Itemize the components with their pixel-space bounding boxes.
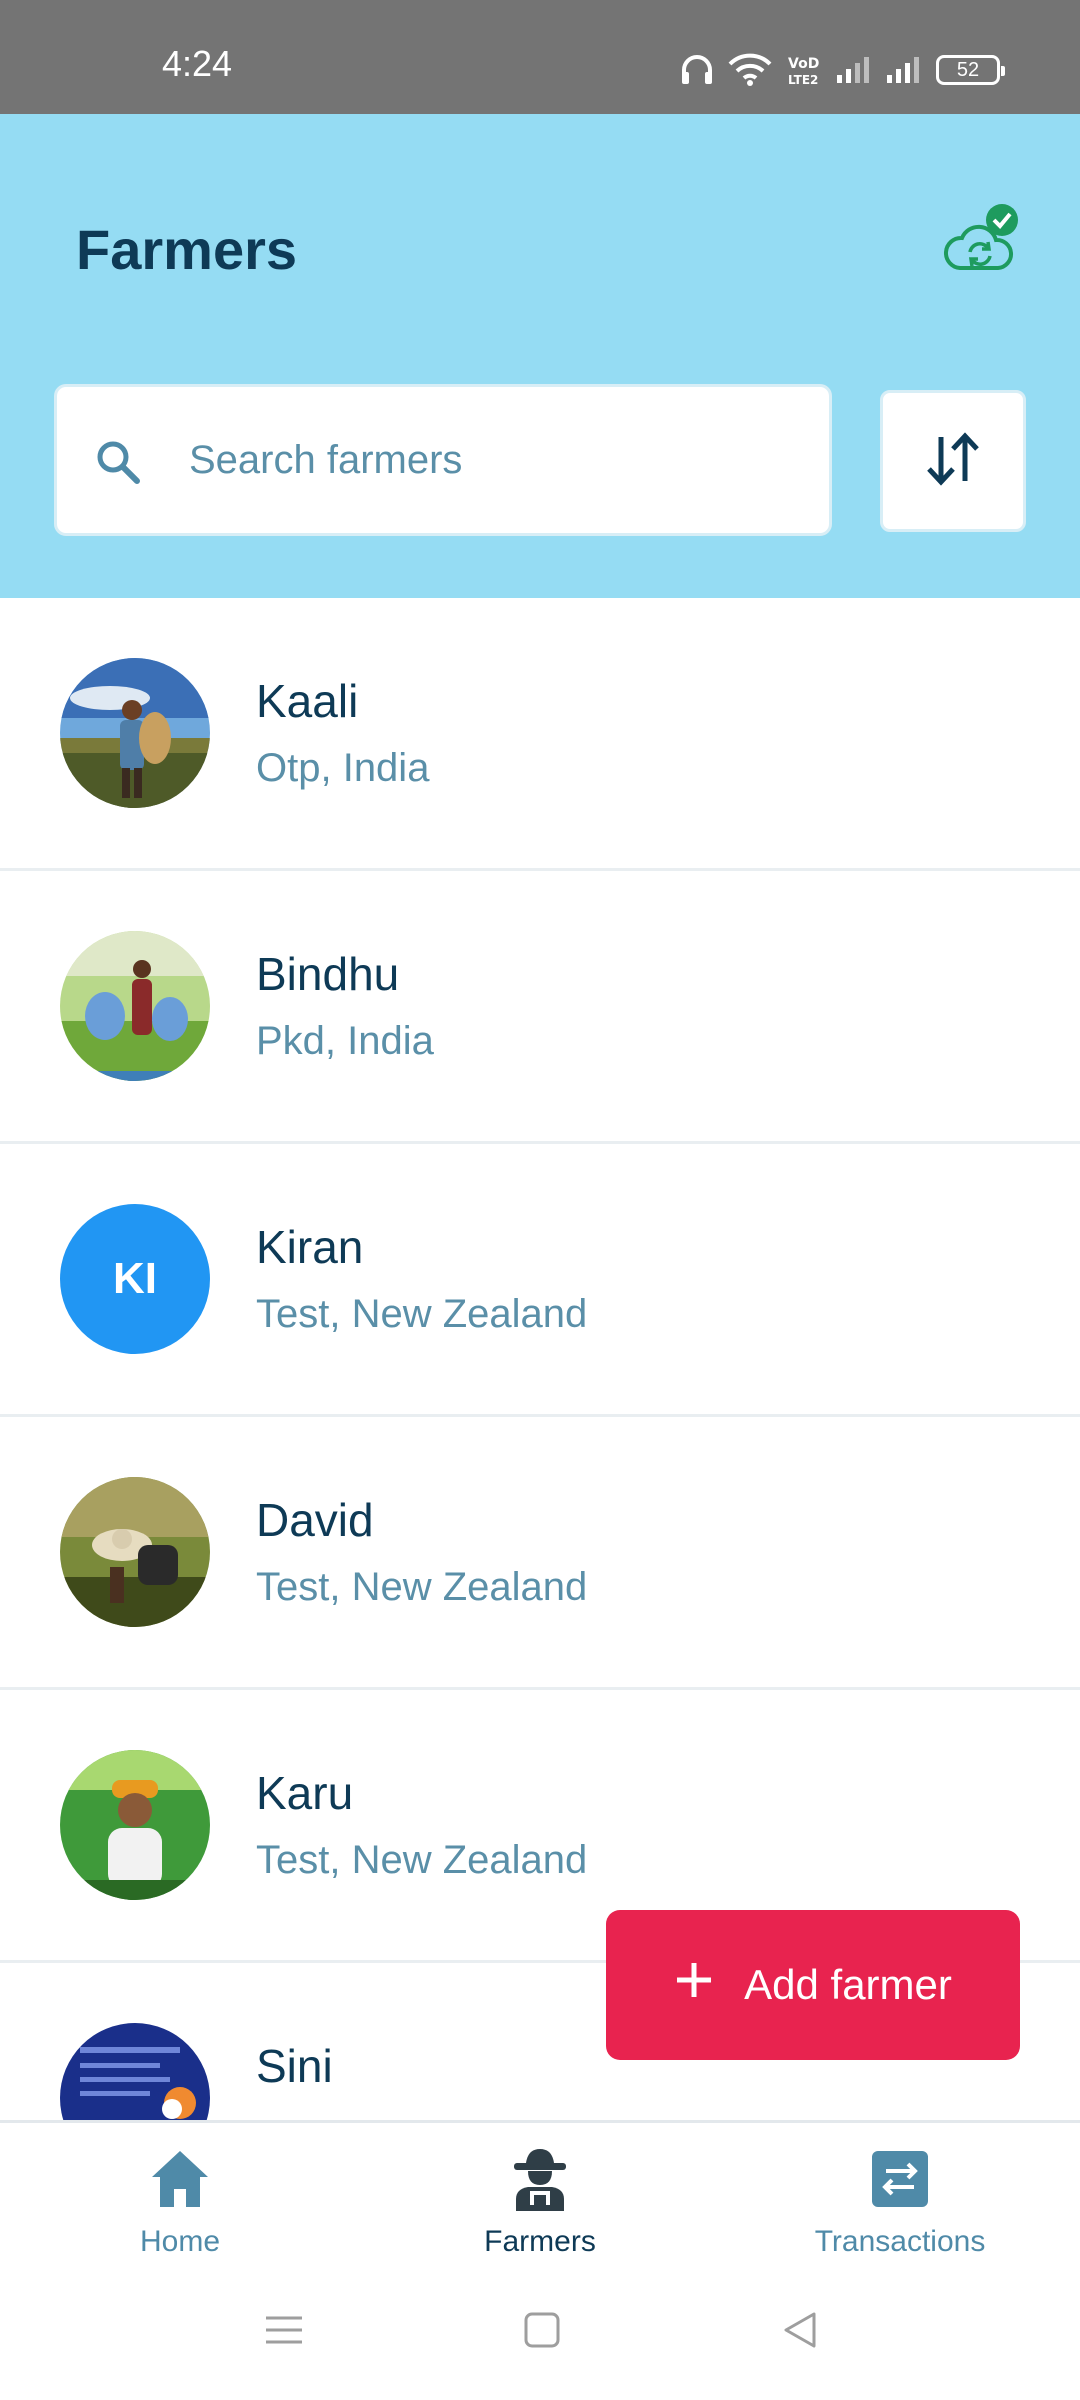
signal-sim1-icon: [836, 55, 872, 85]
search-input[interactable]: [189, 387, 809, 533]
farmer-row-bindhu[interactable]: Bindhu Pkd, India: [0, 871, 1080, 1144]
farmer-name: Kaali: [256, 675, 359, 727]
svg-text:LTE2: LTE2: [788, 73, 818, 87]
farmer-row-david[interactable]: David Test, New Zealand: [0, 1417, 1080, 1690]
farmer-avatar-initials: KI: [60, 1204, 210, 1354]
volte-icon: VoD LTE2: [786, 53, 822, 87]
status-bar: 4:24 VoD LTE2 52: [0, 0, 1080, 114]
add-farmer-button[interactable]: Add farmer: [606, 1910, 1020, 2060]
farmer-location: Test, New Zealand: [256, 1292, 588, 1336]
app-header: Farmers: [0, 114, 1080, 598]
farmer-location: Test, New Zealand: [256, 1838, 588, 1882]
nav-transactions-label: Transactions: [814, 2225, 986, 2258]
back-triangle-icon[interactable]: [778, 2308, 822, 2357]
system-navigation-bar: [0, 2280, 1080, 2400]
farmer-row-kiran[interactable]: KI Kiran Test, New Zealand: [0, 1144, 1080, 1417]
menu-icon[interactable]: [262, 2308, 306, 2357]
sort-arrows-icon: [923, 429, 983, 494]
search-icon: [93, 437, 143, 492]
wifi-icon: [728, 53, 772, 87]
nav-transactions[interactable]: Transactions: [720, 2143, 1080, 2273]
plus-icon: [674, 1960, 714, 2010]
status-time: 4:24: [162, 43, 233, 84]
signal-sim2-icon: [886, 55, 922, 85]
headphones-icon: [680, 54, 714, 86]
nav-farmers-label: Farmers: [484, 2225, 596, 2258]
farmer-name: Sini: [256, 2040, 333, 2092]
search-box[interactable]: [54, 384, 832, 536]
farmer-location: Pkd, India: [256, 1019, 434, 1063]
farmer-row-kaali[interactable]: Kaali Otp, India: [0, 598, 1080, 871]
farmer-avatar: [60, 1477, 210, 1627]
page-title: Farmers: [76, 218, 298, 281]
farmer-location: Otp, India: [256, 746, 430, 790]
add-farmer-label: Add farmer: [744, 1961, 952, 2008]
home-icon: [148, 2143, 212, 2215]
farmer-location: Test, New Zealand: [256, 1565, 588, 1609]
sort-button[interactable]: [880, 390, 1026, 532]
farmer-icon: [508, 2143, 572, 2215]
cloud-sync-icon[interactable]: [940, 202, 1020, 282]
farmer-name: Bindhu: [256, 948, 400, 1000]
farmer-avatar: [60, 931, 210, 1081]
battery-indicator: 52: [936, 55, 1005, 85]
farmer-name: Karu: [256, 1767, 354, 1819]
nav-home-label: Home: [139, 2225, 221, 2258]
home-square-icon[interactable]: [520, 2308, 564, 2357]
farmer-name: David: [256, 1494, 374, 1546]
farmer-list: Kaali Otp, India Bindhu Pkd, India KI Ki…: [0, 598, 1080, 2120]
nav-home[interactable]: Home: [0, 2143, 360, 2273]
svg-text:VoD: VoD: [788, 56, 819, 72]
farmer-avatar: [60, 1750, 210, 1900]
bottom-navigation: Home Farmers Transactions: [0, 2120, 1080, 2280]
farmer-avatar: [60, 2023, 210, 2120]
farmer-avatar: [60, 658, 210, 808]
farmer-name: Kiran: [256, 1221, 364, 1273]
status-icons: VoD LTE2 52: [680, 50, 1005, 90]
transactions-icon: [868, 2143, 932, 2215]
nav-farmers[interactable]: Farmers: [360, 2143, 720, 2273]
